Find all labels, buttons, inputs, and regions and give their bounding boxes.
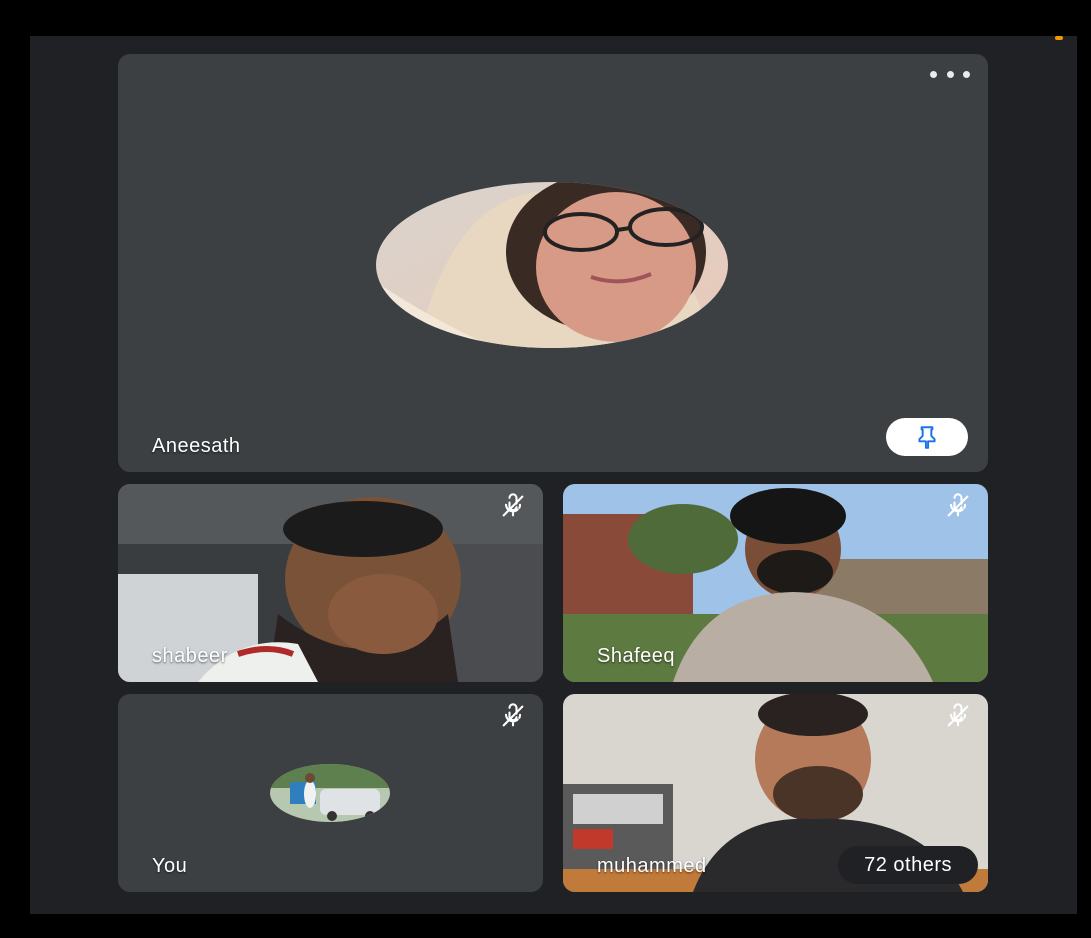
others-label: 72 others bbox=[864, 853, 952, 876]
pin-button[interactable] bbox=[886, 418, 968, 456]
mic-off-icon bbox=[947, 493, 969, 517]
pin-icon bbox=[918, 426, 936, 449]
more-dot-icon bbox=[963, 70, 970, 78]
more-dot-icon bbox=[946, 70, 954, 78]
participant-tile-muhammed[interactable]: muhammed 72 others bbox=[563, 694, 988, 892]
participant-avatar bbox=[376, 182, 728, 348]
participant-tile-you[interactable]: You bbox=[118, 694, 543, 892]
more-dot-icon bbox=[930, 70, 937, 78]
recording-indicator-icon bbox=[1055, 36, 1063, 40]
mic-off-icon bbox=[947, 703, 969, 727]
avatar-photo bbox=[270, 764, 390, 822]
more-options-button[interactable] bbox=[930, 68, 970, 80]
avatar-photo bbox=[376, 182, 728, 348]
self-avatar bbox=[270, 764, 390, 822]
participant-name: You bbox=[152, 855, 188, 877]
main-participant-tile[interactable]: Aneesath bbox=[118, 54, 988, 472]
participant-name: Shafeeq bbox=[597, 645, 676, 667]
participant-tile-shabeer[interactable]: shabeer bbox=[118, 484, 543, 682]
participant-name: Aneesath bbox=[152, 435, 241, 457]
mic-off-icon bbox=[502, 703, 524, 727]
mic-off-icon bbox=[502, 493, 524, 517]
participant-name: shabeer bbox=[152, 645, 228, 667]
others-button[interactable]: 72 others bbox=[838, 846, 978, 884]
participant-tile-shafeeq[interactable]: Shafeeq bbox=[563, 484, 988, 682]
meet-screen: Aneesath shabeer Shafeeq You muhammed 72… bbox=[30, 36, 1077, 914]
participant-name: muhammed bbox=[597, 855, 707, 877]
